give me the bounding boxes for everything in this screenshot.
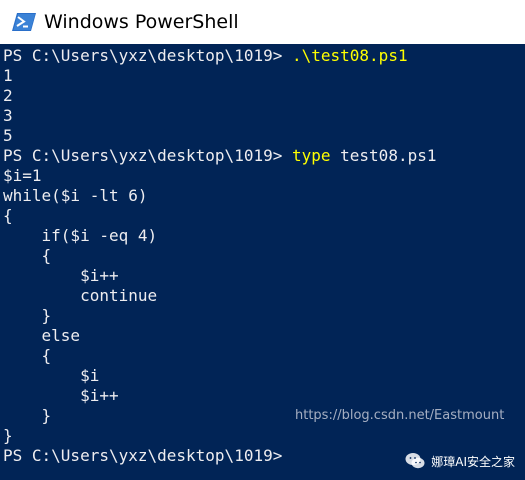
powershell-window: Windows PowerShell PS C:\Users\yxz\deskt… bbox=[0, 0, 525, 480]
console-text: 3 bbox=[3, 106, 13, 125]
console-line: 1 bbox=[3, 66, 436, 86]
command-text: type bbox=[291, 146, 331, 165]
console-line: PS C:\Users\yxz\desktop\1019> .\test08.p… bbox=[3, 46, 436, 66]
watermark-url: https://blog.csdn.net/Eastmount bbox=[295, 408, 505, 423]
console-line: $i bbox=[3, 366, 436, 386]
powershell-icon bbox=[12, 11, 36, 33]
console-text: $i++ bbox=[3, 266, 119, 285]
console-text: $i=1 bbox=[3, 166, 42, 185]
title-bar[interactable]: Windows PowerShell bbox=[0, 0, 525, 44]
console-line: if($i -eq 4) bbox=[3, 226, 436, 246]
console-text: { bbox=[3, 246, 52, 265]
watermark-label: 娜璋AI安全之家 bbox=[431, 454, 515, 469]
console-line: } bbox=[3, 306, 436, 326]
console-line: 2 bbox=[3, 86, 436, 106]
console-text: test08.ps1 bbox=[330, 146, 437, 165]
console-text: PS C:\Users\yxz\desktop\1019> bbox=[3, 146, 292, 165]
console-text: } bbox=[3, 426, 13, 445]
console-line: 3 bbox=[3, 106, 436, 126]
console-text: $i++ bbox=[3, 386, 119, 405]
console-text: if($i -eq 4) bbox=[3, 226, 158, 245]
console-line: { bbox=[3, 206, 436, 226]
console-line: { bbox=[3, 246, 436, 266]
console-line: while($i -lt 6) bbox=[3, 186, 436, 206]
wechat-icon bbox=[405, 452, 425, 470]
window-title: Windows PowerShell bbox=[44, 11, 239, 33]
console-line: $i++ bbox=[3, 266, 436, 286]
console-line: } bbox=[3, 426, 436, 446]
console-line: continue bbox=[3, 286, 436, 306]
console-text: 5 bbox=[3, 126, 13, 145]
console-output: PS C:\Users\yxz\desktop\1019> .\test08.p… bbox=[3, 46, 436, 466]
console-text: $i bbox=[3, 366, 100, 385]
watermark: 娜璋AI安全之家 bbox=[405, 452, 515, 470]
command-text: .\test08.ps1 bbox=[291, 46, 408, 65]
console-line: PS C:\Users\yxz\desktop\1019> bbox=[3, 446, 436, 466]
console-text: else bbox=[3, 326, 81, 345]
console-text: continue bbox=[3, 286, 158, 305]
console-text: while($i -lt 6) bbox=[3, 186, 148, 205]
console-line: 5 bbox=[3, 126, 436, 146]
console-text: } bbox=[3, 306, 52, 325]
console-text: { bbox=[3, 346, 52, 365]
console-line: { bbox=[3, 346, 436, 366]
console-line: PS C:\Users\yxz\desktop\1019> type test0… bbox=[3, 146, 436, 166]
console-line: else bbox=[3, 326, 436, 346]
console-line: $i=1 bbox=[3, 166, 436, 186]
console-text: PS C:\Users\yxz\desktop\1019> bbox=[3, 46, 292, 65]
console-text: } bbox=[3, 406, 52, 425]
console-line: $i++ bbox=[3, 386, 436, 406]
console-text: 2 bbox=[3, 86, 13, 105]
console-text: PS C:\Users\yxz\desktop\1019> bbox=[3, 446, 292, 465]
console-text: 1 bbox=[3, 66, 13, 85]
console-text: { bbox=[3, 206, 13, 225]
